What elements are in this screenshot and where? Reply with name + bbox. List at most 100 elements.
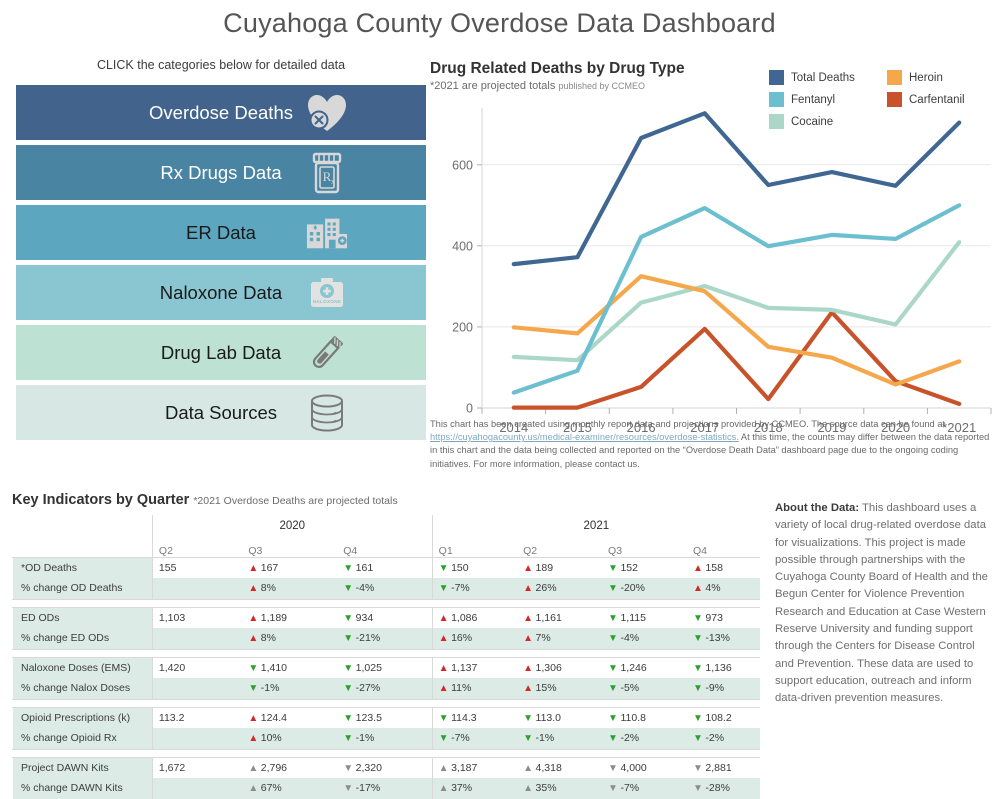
table-cell: ▲ 26% — [517, 578, 603, 600]
table-row: Naloxone Doses (EMS) 1,420 ▼ 1,410 ▼ 1,025 ▲ 1,… — [12, 656, 760, 678]
down-arrow-icon: ▼ — [438, 712, 449, 724]
down-arrow-icon: ▼ — [343, 762, 353, 774]
table-cell: ▼ 150 — [431, 556, 518, 578]
cell-value: 26% — [535, 582, 557, 595]
down-arrow-icon: ▼ — [343, 783, 353, 795]
table-cell: ▲ 11% — [431, 678, 518, 700]
row-label: Opioid Prescriptions (k) — [12, 706, 153, 728]
legend-label: Heroin — [909, 71, 943, 84]
down-arrow-icon: ▼ — [343, 583, 353, 595]
nav-button-label: Drug Lab Data — [160, 341, 282, 363]
nav-button-naloxone-data[interactable]: Naloxone Data NALOXONE — [16, 265, 426, 320]
up-arrow-icon: ▲ — [248, 633, 258, 645]
up-arrow-icon: ▲ — [248, 762, 258, 774]
cell-value: -1% — [535, 732, 555, 745]
table-cell: ▼ -17% — [337, 778, 433, 799]
cell-value: 8% — [260, 632, 276, 645]
table-cell: ▼ 973 — [686, 606, 760, 628]
table-cell: ▼ -5% — [602, 678, 687, 700]
up-arrow-icon: ▲ — [523, 583, 533, 595]
up-arrow-icon: ▲ — [438, 633, 449, 645]
table-cell: ▲ 189 — [517, 556, 603, 578]
nav-button-overdose-deaths[interactable]: Overdose Deaths — [16, 85, 426, 140]
up-arrow-icon: ▲ — [438, 612, 449, 624]
down-arrow-icon: ▼ — [608, 683, 618, 695]
cell-value: 1,086 — [451, 611, 478, 624]
nav-button-rx-drugs-data[interactable]: Rx Drugs Data R x — [16, 145, 426, 200]
legend-item-heroin[interactable]: Heroin — [887, 70, 997, 85]
cell-value: 4% — [705, 582, 721, 595]
table-cell: ▲ 7% — [517, 628, 603, 650]
cell-value: 16% — [451, 632, 473, 645]
chart-published-by: published by CCMEO — [558, 81, 645, 91]
overdose-statistics-link[interactable]: https://cuyahogacounty.us/medical-examin… — [430, 432, 739, 442]
nav-button-drug-lab-data[interactable]: Drug Lab Data — [16, 325, 426, 380]
naloxone-kit-icon: NALOXONE — [306, 272, 348, 314]
table-cell: ▼ 1,136 — [686, 656, 760, 678]
cell-value: 2,796 — [260, 761, 288, 774]
row-label: Naloxone Doses (EMS) — [12, 656, 153, 678]
up-arrow-icon: ▲ — [692, 562, 703, 574]
up-arrow-icon: ▲ — [523, 633, 533, 645]
up-arrow-icon: ▲ — [523, 562, 533, 574]
up-arrow-icon: ▲ — [438, 783, 449, 795]
down-arrow-icon: ▼ — [438, 583, 449, 595]
table-row: % change OD Deaths ▲ 8% ▼ -4% ▼ -7% ▲ 26% ▼ -20% ▲ 4… — [12, 578, 760, 600]
cell-value: -5% — [620, 682, 640, 695]
down-arrow-icon: ▼ — [608, 633, 618, 645]
table-row: Project DAWN Kits 1,672 ▲ 2,796 ▼ 2,320 ▲ 3,187… — [12, 756, 760, 778]
table-cell: ▲ 1,137 — [431, 656, 518, 678]
about-heading: About the Data: — [775, 502, 860, 514]
table-cell: ▼ 2,881 — [686, 756, 760, 778]
down-arrow-icon: ▼ — [608, 612, 618, 624]
table-cell: ▼ 110.8 — [602, 706, 687, 728]
table-cell: ▼ -7% — [602, 778, 687, 799]
cell-value: 15% — [535, 682, 557, 695]
quarter-header-q3: Q3 — [248, 544, 263, 557]
year-header-row: 2020 2021 — [13, 515, 760, 537]
down-arrow-icon: ▼ — [608, 762, 618, 774]
down-arrow-icon: ▼ — [692, 662, 703, 674]
cell-value: 934 — [355, 611, 374, 624]
table-cell: ▼ 123.5 — [337, 706, 433, 728]
nav-button-label: Data Sources — [164, 401, 278, 423]
table-row: *OD Deaths 155 ▲ 167 ▼ 161 ▼ 150 ▲ 189 ▼ 152 ▲ 158 — [12, 556, 760, 578]
cell-value: 1,410 — [260, 661, 288, 674]
table-row: ED ODs 1,103 ▲ 1,189 ▼ 934 ▲ 1,086 ▲ 1,161 ▼ 1,115 ▼… — [12, 606, 760, 628]
svg-text:200: 200 — [452, 320, 473, 334]
table-cell: ▼ -4% — [602, 628, 687, 650]
cell-value: 110.8 — [620, 711, 646, 724]
legend-item-total deaths[interactable]: Total Deaths — [769, 70, 887, 85]
down-arrow-icon: ▼ — [608, 562, 618, 574]
test-tube-icon — [306, 332, 348, 374]
group-spacer — [12, 599, 760, 607]
table-cell: ▼ 1,410 — [242, 656, 338, 678]
cell-value: 10% — [260, 732, 282, 745]
down-arrow-icon: ▼ — [343, 562, 353, 574]
nav-button-er-data[interactable]: ER Data — [16, 205, 426, 260]
cell-value: -20% — [620, 582, 645, 595]
cell-value: 113.2 — [158, 711, 185, 724]
cell-value: 11% — [451, 682, 472, 695]
about-the-data: About the Data: This dashboard uses a va… — [775, 500, 990, 708]
quarter-header-q4: Q4 — [343, 544, 358, 557]
pill-bottle-rx-icon: R x — [306, 152, 348, 194]
table-cell: ▲ 37% — [431, 778, 518, 799]
cell-value: 150 — [451, 561, 469, 574]
up-arrow-icon: ▲ — [248, 583, 258, 595]
down-arrow-icon: ▼ — [692, 712, 703, 724]
table-row: % change ED ODs ▲ 8% ▼ -21% ▲ 16% ▲ 7% ▼ -4% ▼ -13% — [12, 628, 760, 650]
cell-value: -1% — [355, 732, 375, 745]
table-cell: ▼ -2% — [686, 728, 760, 750]
down-arrow-icon: ▼ — [523, 712, 533, 724]
up-arrow-icon: ▲ — [523, 662, 533, 674]
table-cell: ▼ -1% — [242, 678, 338, 700]
cell-value: 67% — [260, 782, 282, 795]
cell-value: -27% — [355, 682, 381, 695]
key-indicators-note: *2021 Overdose Deaths are projected tota… — [193, 495, 398, 507]
quarter-header-q3: Q3 — [608, 544, 623, 557]
table-cell: 155 — [151, 556, 243, 578]
series-line-cocaine — [511, 240, 962, 363]
down-arrow-icon: ▼ — [692, 733, 703, 745]
nav-button-data-sources[interactable]: Data Sources — [16, 385, 426, 440]
